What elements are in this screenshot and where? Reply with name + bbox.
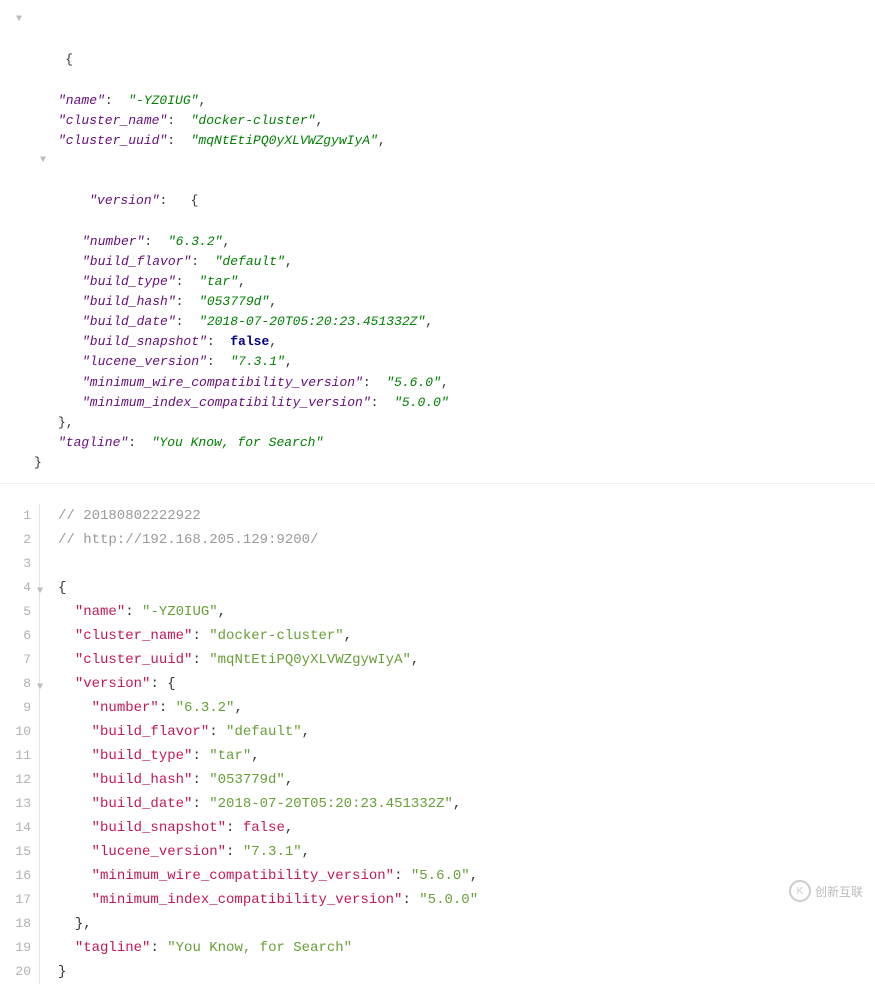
line-number: 15 (0, 840, 31, 864)
code-line: "cluster_name": "docker-cluster", (58, 624, 478, 648)
json-line: "cluster_name": "docker-cluster", (10, 111, 865, 131)
line-number: 7 (0, 648, 31, 672)
fold-icon[interactable]: ▼ (37, 580, 43, 604)
collapse-toggle-icon[interactable]: ▼ (40, 153, 46, 169)
code-line: }, (58, 912, 478, 936)
open-brace: { (65, 52, 73, 67)
code-line: "minimum_wire_compatibility_version": "5… (58, 864, 478, 888)
line-number: 20 (0, 960, 31, 984)
collapse-toggle-icon[interactable]: ▼ (16, 12, 22, 28)
json-line: "number": "6.3.2", (10, 232, 865, 252)
code-line: "build_snapshot": false, (58, 816, 478, 840)
line-number: 5 (0, 600, 31, 624)
json-line: "build_snapshot": false, (10, 332, 865, 352)
line-number: 9 (0, 696, 31, 720)
json-line: "name": "-YZ0IUG", (10, 91, 865, 111)
code-line: "build_hash": "053779d", (58, 768, 478, 792)
json-line: "build_type": "tar", (10, 272, 865, 292)
line-number: 11 (0, 744, 31, 768)
json-viewer-bottom: 1 2 3 4▼ 5 6 7 8▼ 9 10 11 12 13 14 15 16… (0, 504, 875, 984)
code-area: // 20180802222922 // http://192.168.205.… (40, 504, 478, 984)
line-number: 18 (0, 912, 31, 936)
code-line: // 20180802222922 (58, 504, 478, 528)
code-line: "cluster_uuid": "mqNtEtiPQ0yXLVWZgywIyA"… (58, 648, 478, 672)
code-line: "minimum_index_compatibility_version": "… (58, 888, 478, 912)
line-number: 19 (0, 936, 31, 960)
json-line: "minimum_wire_compatibility_version": "5… (10, 373, 865, 393)
line-number: 14 (0, 816, 31, 840)
json-line: ▼ "version": { (10, 151, 865, 232)
code-line (58, 552, 478, 576)
watermark: K 创新互联 (789, 880, 863, 902)
code-line: "tagline": "You Know, for Search" (58, 936, 478, 960)
fold-icon[interactable]: ▼ (37, 676, 43, 700)
json-line: }, (10, 413, 865, 433)
line-number-gutter: 1 2 3 4▼ 5 6 7 8▼ 9 10 11 12 13 14 15 16… (0, 504, 40, 984)
json-line: "build_date": "2018-07-20T05:20:23.45133… (10, 312, 865, 332)
code-line: } (58, 960, 478, 984)
line-number: 8▼ (0, 672, 31, 696)
code-line: "number": "6.3.2", (58, 696, 478, 720)
line-number: 10 (0, 720, 31, 744)
code-line: // http://192.168.205.129:9200/ (58, 528, 478, 552)
code-line: { (58, 576, 478, 600)
line-number: 3 (0, 552, 31, 576)
logo-icon: K (789, 880, 811, 902)
line-number: 12 (0, 768, 31, 792)
json-line: "cluster_uuid": "mqNtEtiPQ0yXLVWZgywIyA"… (10, 131, 865, 151)
line-number: 1 (0, 504, 31, 528)
code-line: "version": { (58, 672, 478, 696)
line-number: 6 (0, 624, 31, 648)
json-viewer-top: ▼ { "name": "-YZ0IUG", "cluster_name": "… (0, 0, 875, 484)
json-line: ▼ { (10, 10, 865, 91)
line-number: 2 (0, 528, 31, 552)
code-line: "build_date": "2018-07-20T05:20:23.45133… (58, 792, 478, 816)
code-line: "build_type": "tar", (58, 744, 478, 768)
json-line: "tagline": "You Know, for Search" (10, 433, 865, 453)
json-line: } (10, 453, 865, 473)
watermark-text: 创新互联 (815, 883, 863, 900)
line-number: 17 (0, 888, 31, 912)
json-line: "build_hash": "053779d", (10, 292, 865, 312)
json-line: "build_flavor": "default", (10, 252, 865, 272)
json-line: "lucene_version": "7.3.1", (10, 352, 865, 372)
json-line: "minimum_index_compatibility_version": "… (10, 393, 865, 413)
code-line: "build_flavor": "default", (58, 720, 478, 744)
line-number: 16 (0, 864, 31, 888)
line-number: 13 (0, 792, 31, 816)
code-line: "lucene_version": "7.3.1", (58, 840, 478, 864)
line-number: 4▼ (0, 576, 31, 600)
code-line: "name": "-YZ0IUG", (58, 600, 478, 624)
